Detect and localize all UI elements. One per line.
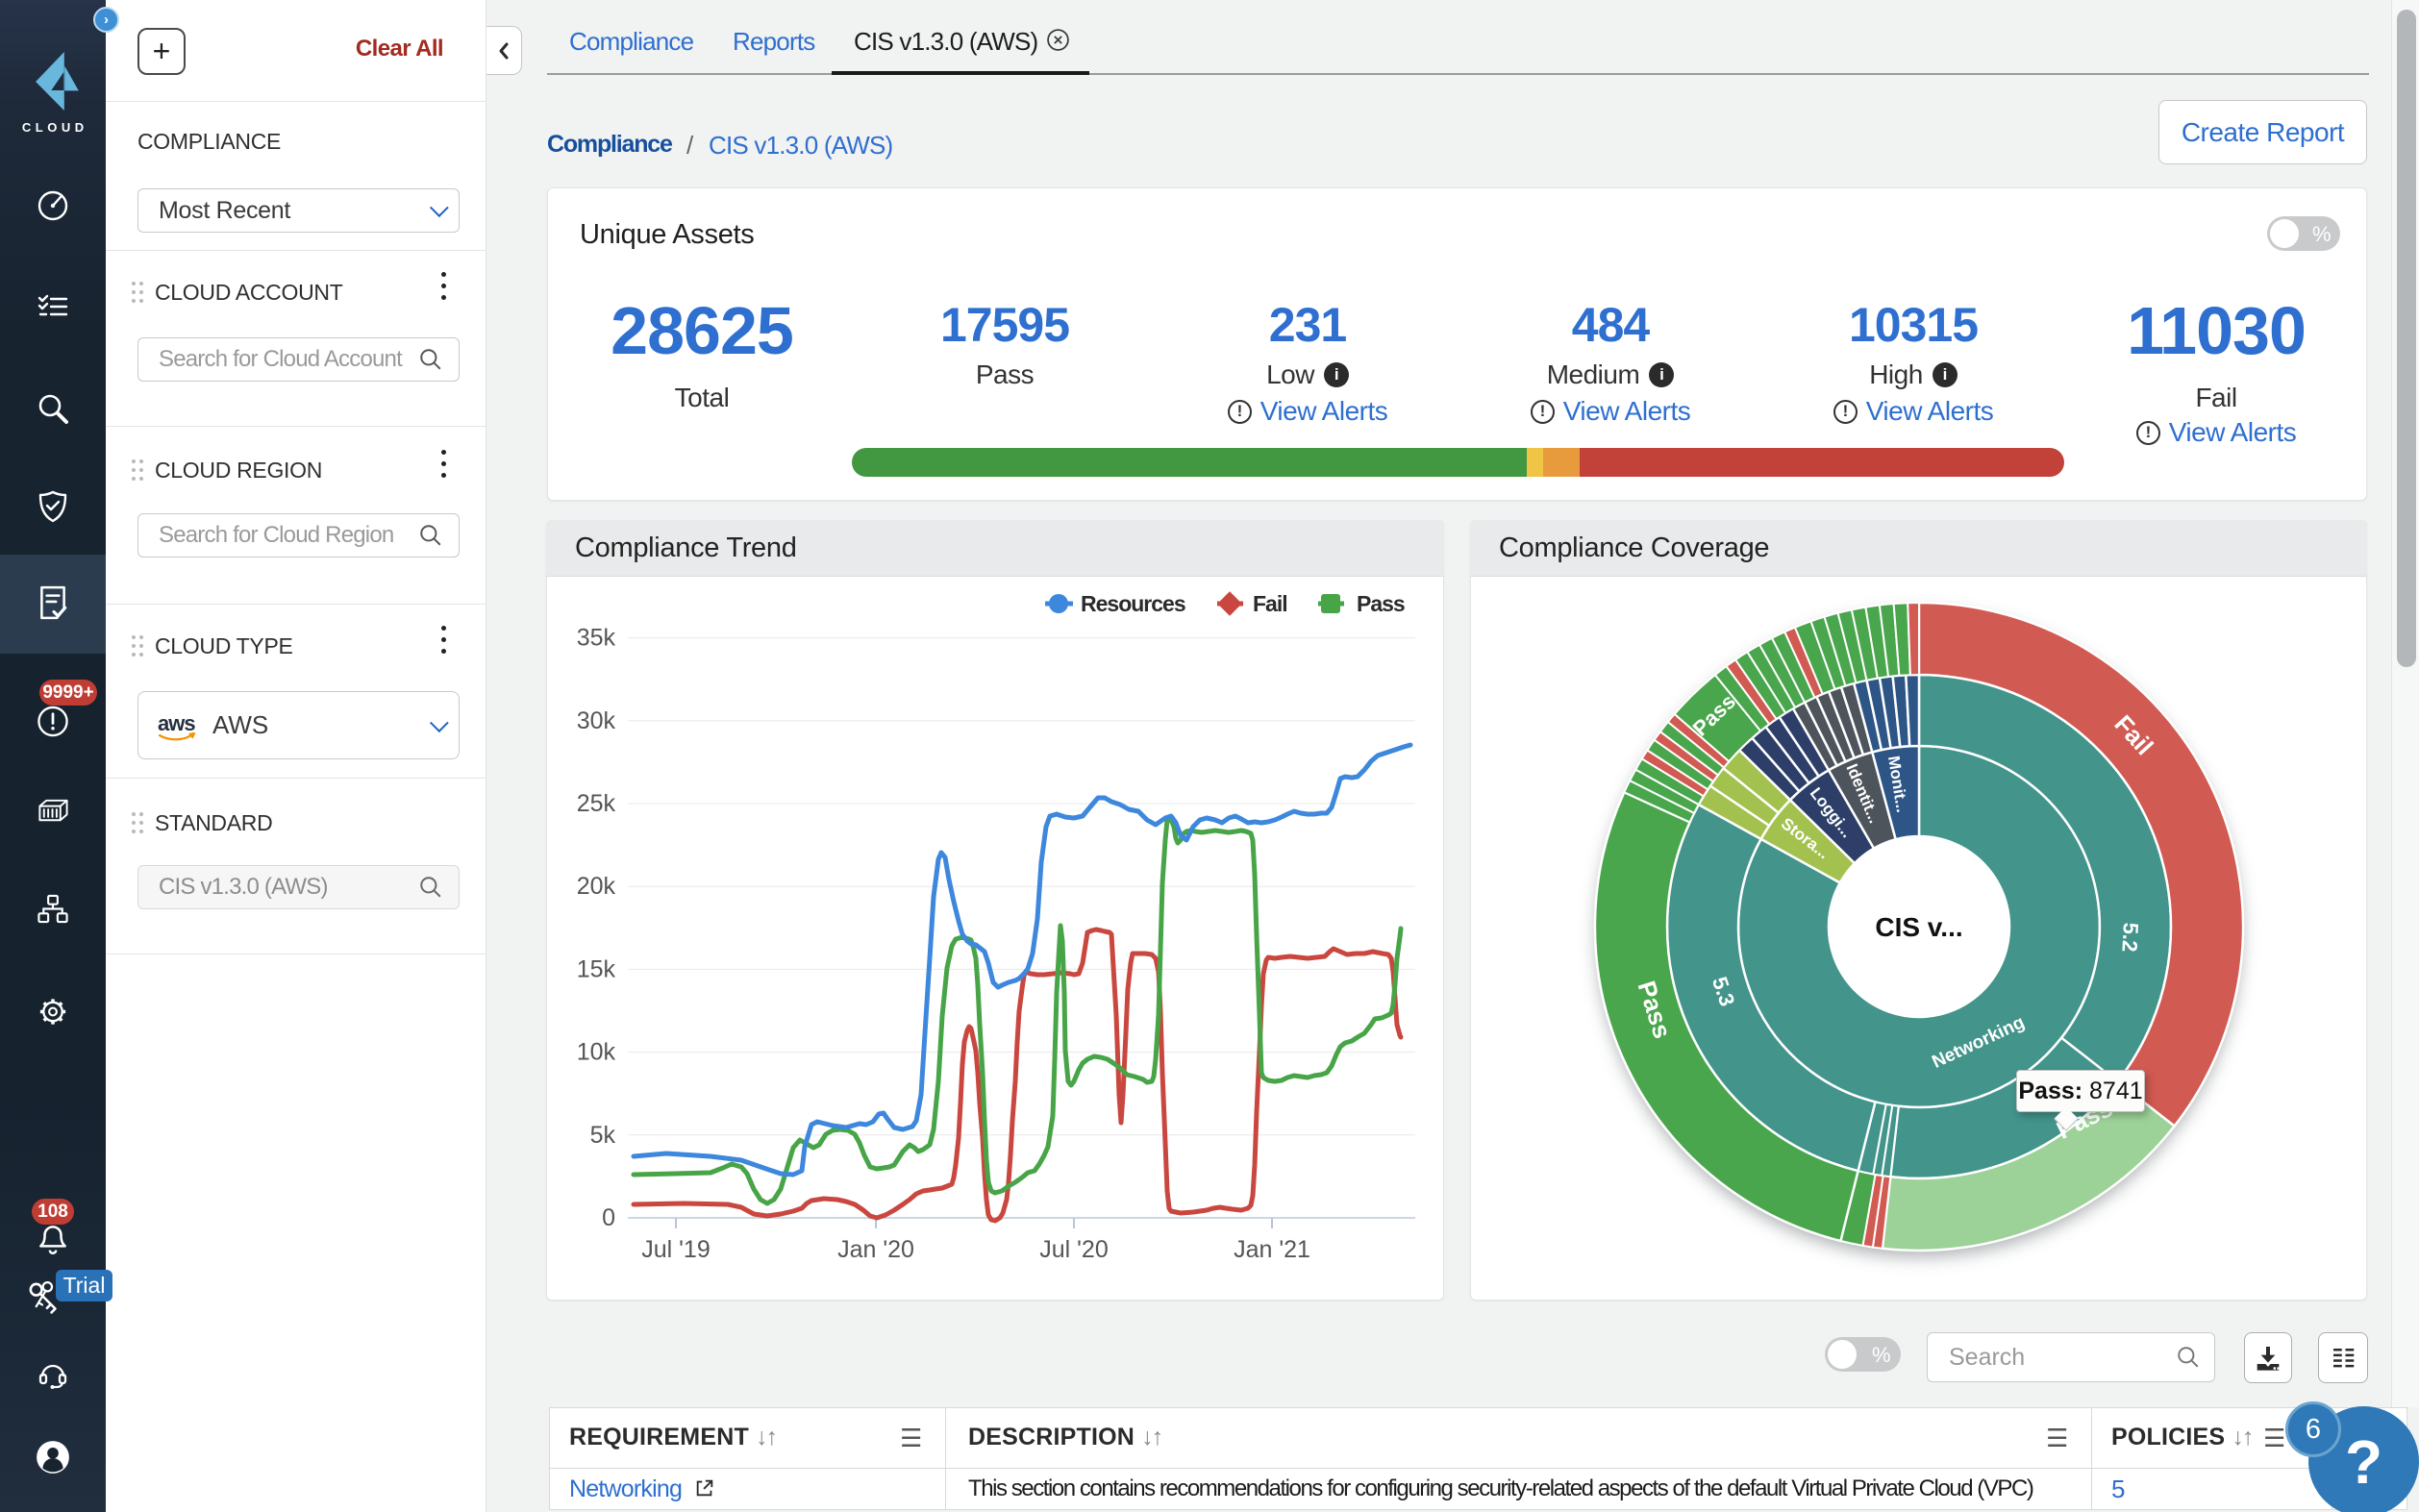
svg-text:Jul '19: Jul '19 xyxy=(641,1236,710,1263)
svg-text:Jul '20: Jul '20 xyxy=(1039,1236,1108,1263)
svg-text:25k: 25k xyxy=(577,790,616,817)
svg-text:10k: 10k xyxy=(577,1039,616,1066)
svg-text:Fail: Fail xyxy=(1253,591,1287,616)
svg-text:5k: 5k xyxy=(590,1122,616,1149)
svg-text:Pass: Pass xyxy=(1357,591,1405,616)
svg-text:15k: 15k xyxy=(577,955,616,982)
svg-text:Resources: Resources xyxy=(1081,591,1185,616)
svg-text:35k: 35k xyxy=(577,625,616,652)
svg-text:20k: 20k xyxy=(577,873,616,900)
svg-text:Jan '20: Jan '20 xyxy=(837,1236,914,1263)
svg-text:5.2: 5.2 xyxy=(2117,922,2143,953)
svg-text:30k: 30k xyxy=(577,707,616,734)
svg-text:CIS v...: CIS v... xyxy=(1875,912,1962,942)
svg-text:Jan '21: Jan '21 xyxy=(1234,1236,1310,1263)
svg-text:0: 0 xyxy=(602,1204,615,1231)
svg-text:aws: aws xyxy=(158,711,195,735)
